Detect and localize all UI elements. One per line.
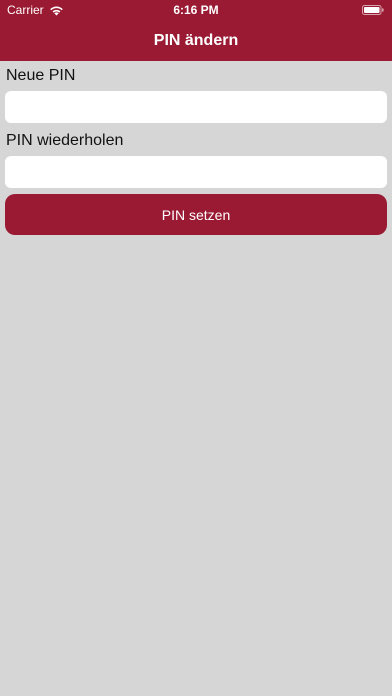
repeat-pin-label: PIN wiederholen (6, 132, 124, 149)
navigation-bar: PIN ändern (0, 20, 392, 61)
new-pin-field[interactable] (5, 91, 387, 123)
status-bar: Carrier 6:16 PM (0, 0, 392, 20)
set-pin-button[interactable]: PIN setzen (5, 194, 387, 235)
page-title: PIN ändern (153, 31, 239, 49)
status-time: 6:16 PM (173, 3, 219, 17)
repeat-pin-field[interactable] (5, 156, 387, 188)
pin-form: Neue PIN PIN wiederholen PIN setzen (5, 61, 387, 235)
battery-icon (362, 5, 384, 15)
new-pin-label: Neue PIN (6, 67, 76, 84)
